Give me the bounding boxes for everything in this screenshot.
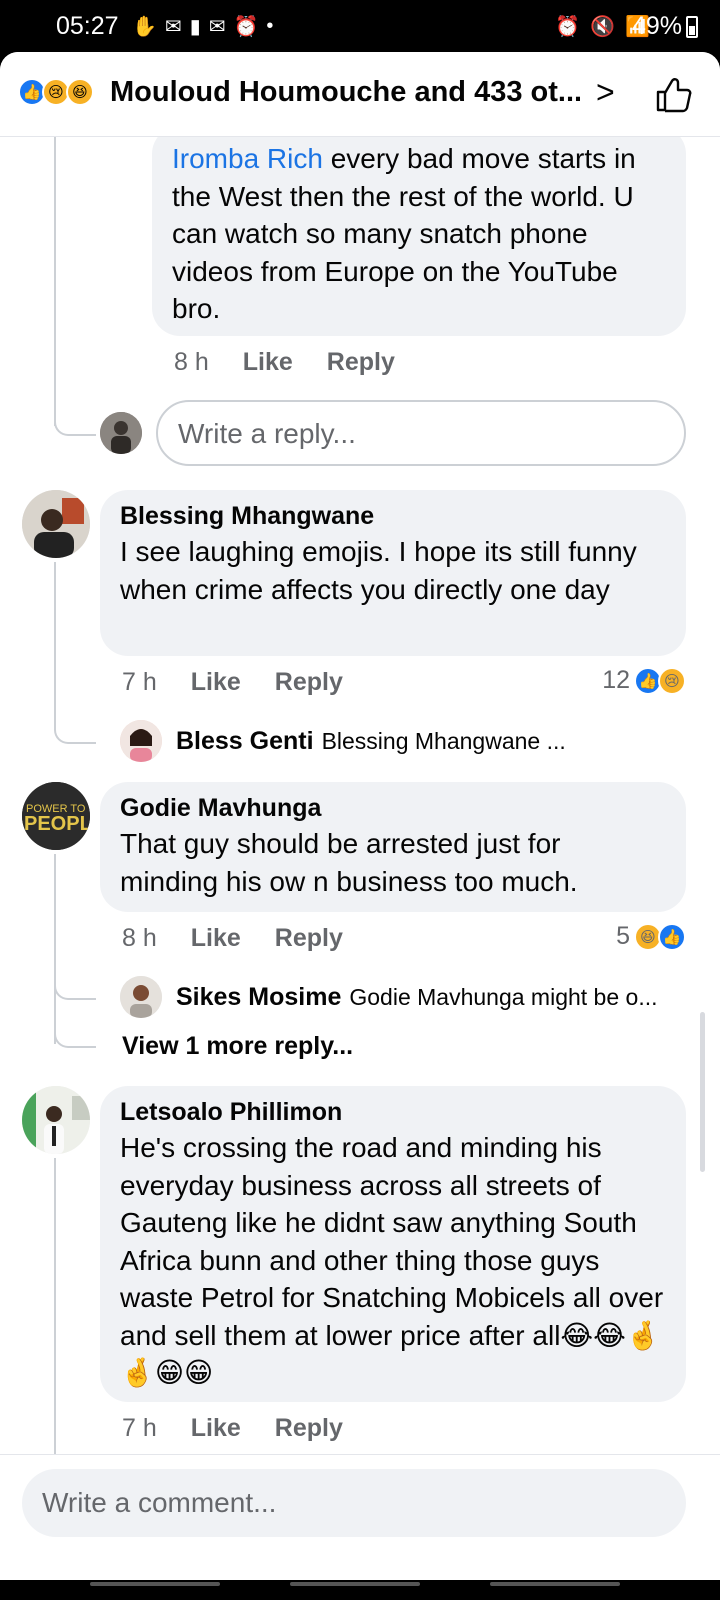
reply-snippet: Godie Mavhunga might be o... <box>349 983 658 1010</box>
reaction-summary[interactable]: 👍 😢 😆 <box>18 78 94 106</box>
gmail-icon: ✉ <box>208 16 226 38</box>
hand-icon: ✋ <box>132 16 157 38</box>
reply-button[interactable]: Reply <box>327 348 395 377</box>
haha-reaction-icon: 😆 <box>66 78 94 106</box>
status-bar: 05:27 ✋ ✉ ▮ ✉ ⏰ • ⏰ 🔇 📶 49% <box>0 0 720 52</box>
like-button[interactable]: Like <box>191 924 241 953</box>
nav-handle[interactable] <box>490 1582 620 1586</box>
like-button[interactable]: Like <box>243 348 293 377</box>
comment-bubble[interactable]: Blessing Mhangwane I see laughing emojis… <box>100 490 686 656</box>
mute-icon: 🔇 <box>590 16 616 38</box>
comment-author[interactable]: Godie Mavhunga <box>120 794 666 823</box>
thread-line <box>54 1158 56 1454</box>
reaction-count[interactable]: 5 😆 👍 <box>616 922 686 951</box>
sad-reaction-icon: 😢 <box>658 666 686 695</box>
status-time: 05:27 <box>56 12 119 40</box>
nav-handle[interactable] <box>90 1582 220 1586</box>
comment-bubble[interactable]: Iromba Rich every bad move starts in the… <box>152 126 686 336</box>
comment-composer-bar: Write a comment... <box>0 1454 720 1580</box>
like-reaction-icon: 👍 <box>658 922 686 951</box>
reactors-title[interactable]: Mouloud Houmouche and 433 ot... <box>110 76 580 109</box>
comment-text: Iromba Rich every bad move starts in the… <box>172 140 666 328</box>
reply-button[interactable]: Reply <box>275 668 343 697</box>
comment-text: He's crossing the road and minding his e… <box>120 1132 664 1388</box>
notification-icons: ✋ ✉ ▮ ✉ ⏰ • <box>132 14 273 39</box>
battery-indicator: 49% <box>632 12 698 41</box>
mention-link[interactable]: Iromba Rich <box>172 143 323 174</box>
thread-connector <box>54 958 96 1000</box>
app-icon: ▮ <box>189 16 201 38</box>
avatar[interactable] <box>22 490 90 558</box>
svg-text:PEOPL: PEOPL <box>24 813 90 835</box>
gesture-nav-bar <box>0 1580 720 1600</box>
comment-actions: 8 h Like Reply <box>174 348 395 377</box>
comment-time: 7 h <box>122 668 157 696</box>
reply-author[interactable]: Bless Genti <box>176 727 314 756</box>
thumbs-up-icon[interactable] <box>652 74 692 114</box>
avatar-image <box>22 1086 90 1154</box>
comment-author[interactable]: Letsoalo Phillimon <box>120 1098 666 1127</box>
comment-actions: 7 h Like Reply <box>122 668 343 697</box>
comment-bubble[interactable]: Godie Mavhunga That guy should be arrest… <box>100 782 686 912</box>
comments-sheet: 👍 😢 😆 Mouloud Houmouche and 433 ot... > … <box>0 52 720 1580</box>
reaction-count-number: 12 <box>602 666 630 694</box>
gmail-icon: ✉ <box>164 16 182 38</box>
alarm-icon: ⏰ <box>233 16 259 38</box>
comment-time: 8 h <box>122 924 157 952</box>
comment-actions: 8 h Like Reply <box>122 924 343 953</box>
chevron-right-icon[interactable]: > <box>596 74 615 111</box>
nav-handle[interactable] <box>290 1582 420 1586</box>
like-button[interactable]: Like <box>191 668 241 697</box>
comment-text: I see laughing emojis. I hope its still … <box>120 536 637 605</box>
reply-preview[interactable]: Sikes Mosime Godie Mavhunga might be o..… <box>120 976 658 1018</box>
reply-snippet: Blessing Mhangwane ... <box>321 727 566 754</box>
comment-text: That guy should be arrested just for min… <box>120 828 578 897</box>
comment-actions: 7 h Like Reply <box>122 1414 343 1443</box>
avatar-image <box>120 976 162 1018</box>
avatar <box>120 720 162 762</box>
comment-input[interactable]: Write a comment... <box>22 1469 686 1537</box>
alarm-icon: ⏰ <box>555 16 581 38</box>
avatar-image <box>22 490 90 558</box>
thread-line <box>54 136 56 426</box>
avatar[interactable] <box>22 1086 90 1154</box>
reaction-count[interactable]: 12 👍 😢 <box>602 666 686 695</box>
reactions-header[interactable]: 👍 😢 😆 Mouloud Houmouche and 433 ot... > <box>0 52 720 137</box>
view-more-replies-link[interactable]: View 1 more reply... <box>122 1032 353 1061</box>
battery-icon <box>686 15 698 38</box>
avatar-image <box>120 720 162 762</box>
comment-author[interactable]: Blessing Mhangwane <box>120 502 666 531</box>
avatar-image: POWER TO TH PEOPL <box>22 782 90 850</box>
comment-time: 8 h <box>174 348 209 376</box>
thread-connector <box>54 702 96 744</box>
thread-connector <box>54 392 96 436</box>
comment-bubble[interactable]: Letsoalo Phillimon He's crossing the roa… <box>100 1086 686 1402</box>
scrollbar[interactable] <box>700 1012 705 1172</box>
reply-author[interactable]: Sikes Mosime <box>176 983 341 1012</box>
avatar-image <box>100 412 142 454</box>
like-button[interactable]: Like <box>191 1414 241 1443</box>
dot-icon: • <box>266 15 274 37</box>
avatar <box>120 976 162 1018</box>
reply-input[interactable]: Write a reply... <box>156 400 686 466</box>
reply-button[interactable]: Reply <box>275 924 343 953</box>
battery-percent: 49% <box>631 12 682 40</box>
reply-button[interactable]: Reply <box>275 1414 343 1443</box>
comment-time: 7 h <box>122 1414 157 1442</box>
thread-line <box>54 562 56 722</box>
reaction-count-number: 5 <box>616 922 630 950</box>
my-avatar <box>100 412 142 454</box>
thread-connector <box>54 1006 96 1048</box>
avatar[interactable]: POWER TO TH PEOPL <box>22 782 90 850</box>
reply-preview[interactable]: Bless Genti Blessing Mhangwane ... <box>120 720 566 762</box>
